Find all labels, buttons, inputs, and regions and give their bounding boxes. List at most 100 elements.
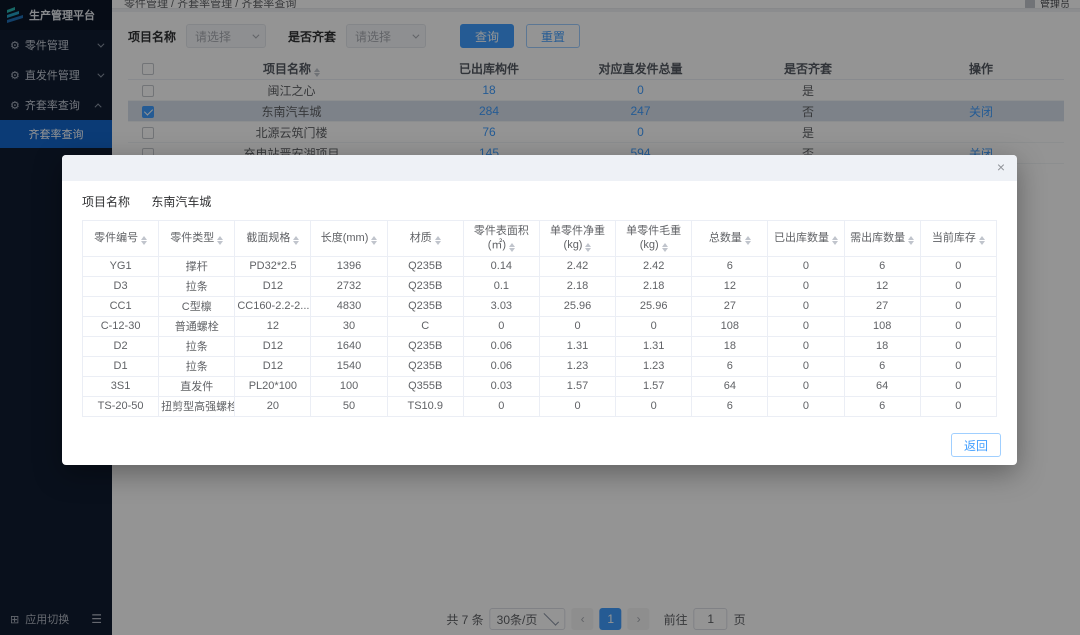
- part-table-cell: 1.23: [539, 356, 615, 376]
- sort-icon: [832, 236, 838, 245]
- part-column-header[interactable]: 已出库数量: [768, 221, 844, 257]
- part-table-cell: TS-20-50: [83, 396, 159, 416]
- part-table-cell: 3S1: [83, 376, 159, 396]
- part-table-cell: 1.31: [616, 336, 692, 356]
- modal-header: ×: [62, 155, 1017, 181]
- part-table-cell: 100: [311, 376, 387, 396]
- part-column-header[interactable]: 当前库存: [920, 221, 996, 257]
- part-table-cell: CC1: [83, 296, 159, 316]
- part-table-cell: 直发件: [159, 376, 235, 396]
- part-table-cell: 0: [768, 296, 844, 316]
- part-table-cell: 25.96: [539, 296, 615, 316]
- part-table-cell: 0.06: [463, 336, 539, 356]
- part-table-cell: 108: [692, 316, 768, 336]
- part-table-cell: 108: [844, 316, 920, 336]
- part-table-cell: 1396: [311, 256, 387, 276]
- part-table: 零件编号零件类型截面规格长度(mm)材质零件表面积(㎡)单零件净重(kg)单零件…: [82, 220, 997, 417]
- part-table-row: D2拉条D121640Q235B0.061.311.31180180: [83, 336, 997, 356]
- part-table-cell: Q235B: [387, 296, 463, 316]
- part-table-cell: 6: [692, 356, 768, 376]
- part-table-cell: 27: [844, 296, 920, 316]
- part-column-header[interactable]: 材质: [387, 221, 463, 257]
- sort-icon: [662, 243, 668, 252]
- part-table-cell: 2732: [311, 276, 387, 296]
- part-table-cell: D12: [235, 276, 311, 296]
- sort-icon: [979, 236, 985, 245]
- part-table-cell: D3: [83, 276, 159, 296]
- part-column-header[interactable]: 需出库数量: [844, 221, 920, 257]
- part-column-header[interactable]: 截面规格: [235, 221, 311, 257]
- part-table-cell: 0: [920, 276, 996, 296]
- part-table-cell: 普通螺栓: [159, 316, 235, 336]
- part-table-cell: Q235B: [387, 336, 463, 356]
- part-table-cell: 18: [844, 336, 920, 356]
- part-table-cell: 0: [920, 396, 996, 416]
- part-table-cell: 拉条: [159, 276, 235, 296]
- page: 生产管理平台 ⚙ 零件管理 ⚙ 直发件管理 ⚙ 齐套率查询 齐套率查询 ⊞ 应用…: [0, 0, 1080, 635]
- part-table-cell: D2: [83, 336, 159, 356]
- part-table-cell: 2.42: [616, 256, 692, 276]
- part-table-cell: 0: [920, 256, 996, 276]
- part-table-cell: D12: [235, 336, 311, 356]
- part-table-cell: 0: [768, 396, 844, 416]
- part-table-cell: 0.03: [463, 376, 539, 396]
- sort-icon: [141, 236, 147, 245]
- part-table-cell: 1.57: [616, 376, 692, 396]
- part-table-cell: 0: [539, 316, 615, 336]
- part-table-cell: 0: [768, 316, 844, 336]
- part-table-cell: 18: [692, 336, 768, 356]
- part-table-cell: PL20*100: [235, 376, 311, 396]
- part-table-cell: C型檩: [159, 296, 235, 316]
- sort-icon: [371, 236, 377, 245]
- part-table-cell: 0: [463, 396, 539, 416]
- part-table-cell: 0: [920, 316, 996, 336]
- sort-icon: [585, 243, 591, 252]
- part-table-cell: 0: [768, 256, 844, 276]
- part-table-cell: 0: [920, 376, 996, 396]
- part-table-cell: 扭剪型高强螺栓: [159, 396, 235, 416]
- modal-project-label: 项目名称: [82, 195, 130, 209]
- part-table-cell: 27: [692, 296, 768, 316]
- part-table-cell: 6: [692, 256, 768, 276]
- close-icon[interactable]: ×: [997, 160, 1005, 174]
- part-table-cell: 拉条: [159, 356, 235, 376]
- part-table-cell: 6: [692, 396, 768, 416]
- part-table-row: YG1撑杆PD32*2.51396Q235B0.142.422.426060: [83, 256, 997, 276]
- sort-icon: [908, 236, 914, 245]
- part-table-cell: 12: [844, 276, 920, 296]
- part-table-cell: Q235B: [387, 256, 463, 276]
- part-table-cell: 0: [920, 296, 996, 316]
- sort-icon: [435, 236, 441, 245]
- back-button[interactable]: 返回: [951, 433, 1001, 457]
- sort-icon: [217, 236, 223, 245]
- part-table-header-row: 零件编号零件类型截面规格长度(mm)材质零件表面积(㎡)单零件净重(kg)单零件…: [83, 221, 997, 257]
- part-table-cell: 2.42: [539, 256, 615, 276]
- part-column-header[interactable]: 零件表面积(㎡): [463, 221, 539, 257]
- part-column-header[interactable]: 单零件毛重(kg): [616, 221, 692, 257]
- modal-project-line: 项目名称 东南汽车城: [82, 193, 997, 210]
- sort-icon: [293, 236, 299, 245]
- part-table-cell: 4830: [311, 296, 387, 316]
- part-column-header[interactable]: 总数量: [692, 221, 768, 257]
- sort-icon: [745, 236, 751, 245]
- part-table-cell: 1540: [311, 356, 387, 376]
- part-table-cell: 0: [920, 336, 996, 356]
- part-table-cell: 25.96: [616, 296, 692, 316]
- part-column-header[interactable]: 长度(mm): [311, 221, 387, 257]
- part-table-cell: C-12-30: [83, 316, 159, 336]
- part-table-cell: 20: [235, 396, 311, 416]
- part-table-cell: 0: [768, 376, 844, 396]
- part-table-cell: 2.18: [539, 276, 615, 296]
- part-table-cell: YG1: [83, 256, 159, 276]
- part-table-cell: Q235B: [387, 276, 463, 296]
- part-table-cell: 0: [616, 396, 692, 416]
- part-table-cell: 1.23: [616, 356, 692, 376]
- part-column-header[interactable]: 单零件净重(kg): [539, 221, 615, 257]
- part-table-cell: 0: [539, 396, 615, 416]
- part-table-cell: D12: [235, 356, 311, 376]
- part-column-header[interactable]: 零件编号: [83, 221, 159, 257]
- modal-footer: 返回: [951, 433, 1001, 457]
- part-column-header[interactable]: 零件类型: [159, 221, 235, 257]
- part-table-cell: 0: [616, 316, 692, 336]
- part-table-cell: PD32*2.5: [235, 256, 311, 276]
